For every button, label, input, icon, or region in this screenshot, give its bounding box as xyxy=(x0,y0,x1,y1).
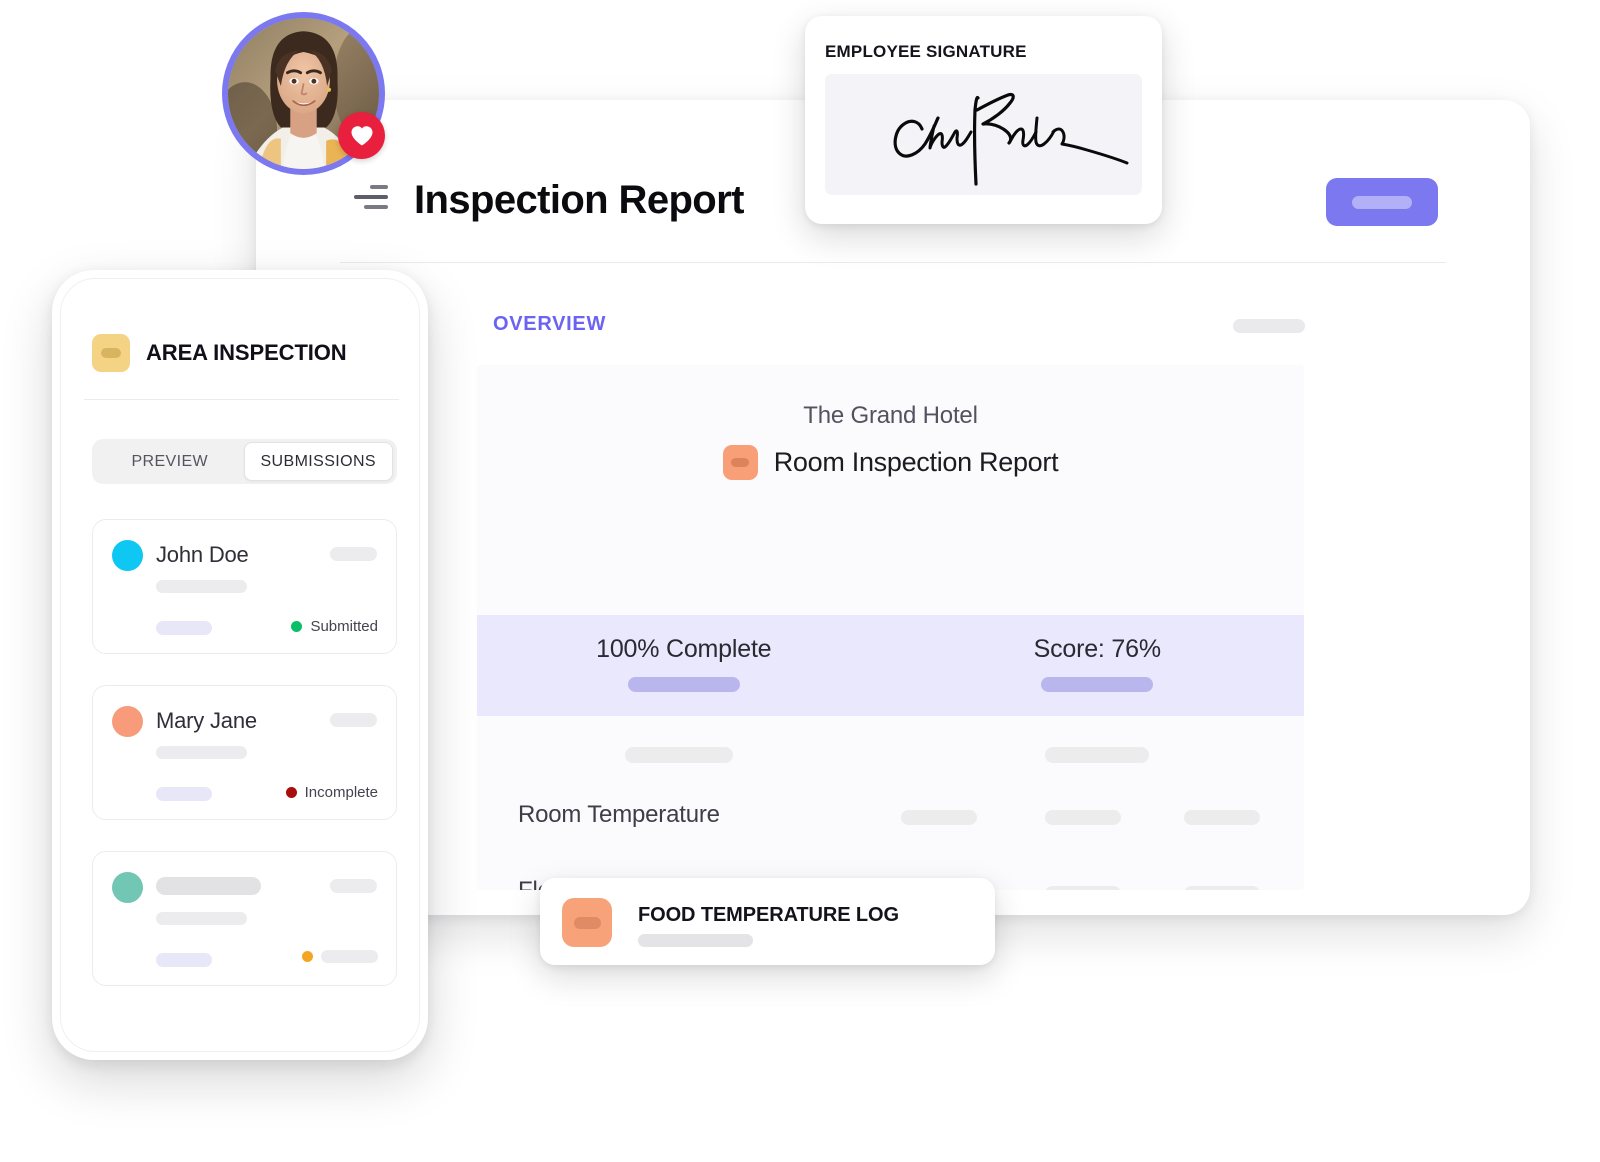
stat-completion: 100% Complete xyxy=(477,615,891,716)
form-badge-icon xyxy=(92,334,130,372)
heart-icon xyxy=(338,112,385,159)
mobile-preview-panel: AREA INSPECTION PREVIEW SUBMISSIONS John… xyxy=(52,270,428,1060)
avatar[interactable] xyxy=(222,12,385,175)
avatar xyxy=(112,706,143,737)
signature-pad[interactable] xyxy=(825,74,1142,195)
submission-tag-placeholder xyxy=(156,787,212,801)
submission-meta-placeholder xyxy=(330,713,377,727)
row-cell-placeholder xyxy=(901,810,977,825)
list-item[interactable]: John Doe Submitted xyxy=(92,519,397,654)
tab-submissions[interactable]: SUBMISSIONS xyxy=(243,442,393,481)
food-temperature-log-card[interactable]: FOOD TEMPERATURE LOG xyxy=(540,878,995,965)
header-action-button-placeholder xyxy=(1352,196,1412,209)
submission-name: Mary Jane xyxy=(156,708,257,733)
submission-subtitle-placeholder xyxy=(156,912,247,925)
hamburger-menu-icon[interactable] xyxy=(354,182,388,212)
avatar xyxy=(112,540,143,571)
table-row: Room Temperature xyxy=(477,797,1304,837)
status-dot-icon xyxy=(302,951,313,962)
completion-bar-placeholder xyxy=(627,677,740,692)
status-label-placeholder xyxy=(321,950,378,963)
status-dot-icon xyxy=(285,787,297,798)
row-cell-placeholder xyxy=(1184,810,1260,825)
list-item[interactable]: Mary Jane Incomplete xyxy=(92,685,397,820)
food-log-subtitle-placeholder xyxy=(638,934,753,947)
header-action-button[interactable] xyxy=(1326,178,1438,226)
tab-preview[interactable]: PREVIEW xyxy=(96,443,244,480)
status-dot-icon xyxy=(291,621,303,632)
mobile-screen: AREA INSPECTION PREVIEW SUBMISSIONS John… xyxy=(60,278,420,1052)
submission-name: John Doe xyxy=(156,542,249,567)
completion-value: 100% Complete xyxy=(596,635,772,663)
overview-section-label: OVERVIEW xyxy=(493,313,607,335)
overview-header-placeholder xyxy=(1233,319,1305,333)
organization-name: The Grand Hotel xyxy=(803,402,978,429)
mobile-header: AREA INSPECTION xyxy=(61,334,419,372)
submission-subtitle-placeholder xyxy=(156,746,247,759)
report-title-row: Room Inspection Report xyxy=(477,445,1304,480)
screenshot-stage: Inspection Report OVERVIEW The Grand Hot… xyxy=(0,0,1600,1162)
table-column-headers xyxy=(477,747,1304,763)
form-badge-icon xyxy=(562,898,612,947)
form-badge-icon xyxy=(722,445,758,480)
submission-name-placeholder xyxy=(156,877,261,895)
score-bar-placeholder xyxy=(1041,677,1154,692)
submission-meta-placeholder xyxy=(330,879,377,893)
employee-signature-card: EMPLOYEE SIGNATURE xyxy=(805,16,1162,224)
score-value: Score: 76% xyxy=(1033,635,1161,663)
stat-score: Score: 76% xyxy=(891,615,1305,716)
signature-title: EMPLOYEE SIGNATURE xyxy=(825,42,1027,61)
submission-tag-placeholder xyxy=(156,621,212,635)
page-title: Inspection Report xyxy=(414,178,744,222)
status-label: Incomplete xyxy=(304,784,378,801)
overview-stats-band: 100% Complete Score: 76% xyxy=(477,615,1304,716)
status-badge xyxy=(302,950,378,963)
row-cell-placeholder xyxy=(1184,886,1260,890)
overview-card: The Grand Hotel Room Inspection Report 1… xyxy=(477,365,1304,890)
column-header-placeholder xyxy=(625,747,733,763)
submission-tag-placeholder xyxy=(156,953,212,967)
submission-subtitle-placeholder xyxy=(156,580,247,593)
column-header-placeholder xyxy=(1045,747,1149,763)
segmented-control: PREVIEW SUBMISSIONS xyxy=(92,439,397,484)
status-badge: Incomplete xyxy=(285,784,378,801)
row-cell-placeholder xyxy=(1045,810,1121,825)
mobile-header-divider xyxy=(84,399,399,400)
row-label: Room Temperature xyxy=(518,801,720,828)
status-label: Submitted xyxy=(310,618,378,635)
status-badge: Submitted xyxy=(291,618,378,635)
submission-meta-placeholder xyxy=(330,547,377,561)
row-cell-placeholder xyxy=(1045,886,1121,890)
list-item[interactable] xyxy=(92,851,397,986)
report-title: Room Inspection Report xyxy=(773,447,1059,477)
handwritten-signature xyxy=(893,92,1129,186)
mobile-form-title: AREA INSPECTION xyxy=(146,340,347,365)
header-divider xyxy=(340,262,1446,263)
food-log-title: FOOD TEMPERATURE LOG xyxy=(638,904,899,926)
avatar xyxy=(112,872,143,903)
